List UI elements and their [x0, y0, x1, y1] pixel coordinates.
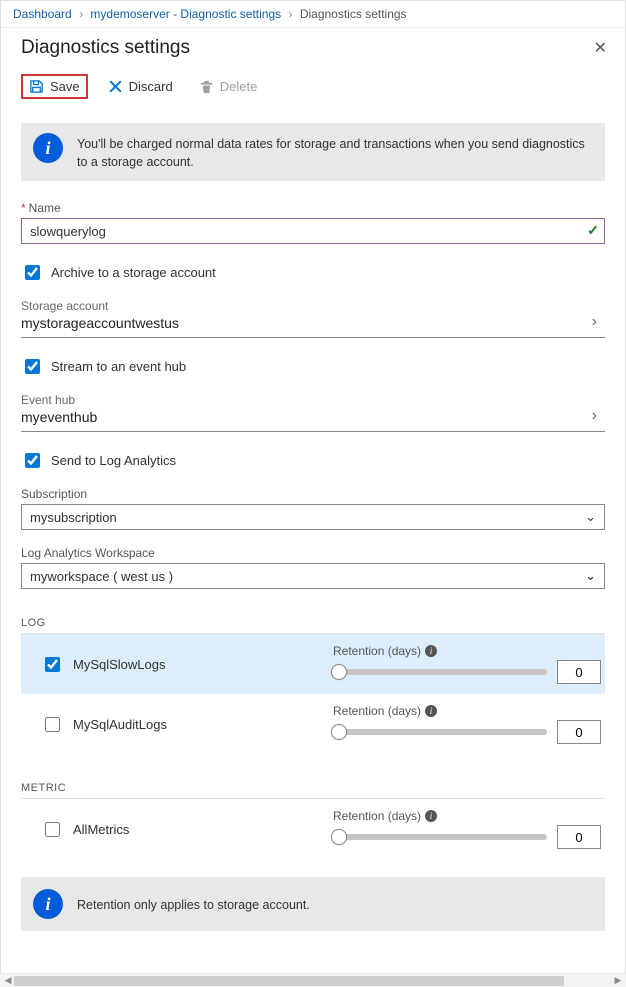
- delete-icon: [199, 79, 214, 94]
- info-icon[interactable]: i: [425, 645, 437, 657]
- retention-slider[interactable]: [333, 834, 547, 840]
- retention-input[interactable]: [557, 825, 601, 849]
- info-icon[interactable]: i: [425, 810, 437, 822]
- content-area: i You'll be charged normal data rates fo…: [1, 107, 625, 986]
- loganalytics-label: Send to Log Analytics: [51, 453, 176, 468]
- pane-header: Diagnostics settings ✕: [1, 28, 625, 66]
- name-input[interactable]: [21, 218, 605, 244]
- log-row-slowlogs: MySqlSlowLogs Retention (days) i: [21, 634, 605, 694]
- retention-slider[interactable]: [333, 669, 547, 675]
- eventhub-value: myeventhub: [21, 409, 588, 425]
- breadcrumb-current: Diagnostics settings: [300, 7, 407, 21]
- workspace-select[interactable]: myworkspace ( west us ) ⌄: [21, 563, 605, 589]
- discard-icon: [108, 79, 123, 94]
- auditlogs-checkbox[interactable]: [45, 717, 60, 732]
- stream-label: Stream to an event hub: [51, 359, 186, 374]
- chevron-right-icon: ›: [588, 313, 601, 331]
- subscription-value: mysubscription: [30, 510, 117, 525]
- section-metric: METRIC: [21, 782, 605, 799]
- info-storage-charges: i You'll be charged normal data rates fo…: [21, 123, 605, 181]
- metric-row-allmetrics: AllMetrics Retention (days) i: [21, 799, 605, 859]
- allmetrics-checkbox[interactable]: [45, 822, 60, 837]
- discard-button[interactable]: Discard: [102, 76, 179, 97]
- workspace-label: Log Analytics Workspace: [21, 546, 605, 560]
- workspace-field: Log Analytics Workspace myworkspace ( we…: [21, 546, 605, 589]
- slowlogs-name: MySqlSlowLogs: [73, 657, 323, 672]
- scroll-left-icon[interactable]: ◀: [2, 975, 14, 986]
- info-text: You'll be charged normal data rates for …: [77, 133, 593, 171]
- archive-checkbox-row[interactable]: Archive to a storage account: [21, 262, 605, 283]
- breadcrumb-dashboard[interactable]: Dashboard: [13, 7, 72, 21]
- log-row-auditlogs: MySqlAuditLogs Retention (days) i: [21, 694, 605, 754]
- close-icon[interactable]: ✕: [590, 34, 611, 62]
- storage-account-picker[interactable]: Storage account mystorageaccountwestus ›: [21, 293, 605, 338]
- workspace-value: myworkspace ( west us ): [30, 569, 173, 584]
- info-icon[interactable]: i: [425, 705, 437, 717]
- diagnostics-settings-pane: Dashboard › mydemoserver - Diagnostic se…: [0, 0, 626, 987]
- page-title: Diagnostics settings: [21, 37, 590, 59]
- check-icon: ✓: [587, 222, 599, 239]
- subscription-field: Subscription mysubscription ⌄: [21, 487, 605, 530]
- save-icon: [29, 79, 44, 94]
- breadcrumb-server[interactable]: mydemoserver - Diagnostic settings: [90, 7, 281, 21]
- eventhub-label: Event hub: [21, 393, 588, 407]
- subscription-select[interactable]: mysubscription ⌄: [21, 504, 605, 530]
- chevron-right-icon: ›: [79, 7, 83, 21]
- info-retention-note: i Retention only applies to storage acco…: [21, 877, 605, 931]
- storage-label: Storage account: [21, 299, 588, 313]
- scrollbar-thumb[interactable]: [14, 976, 564, 986]
- chevron-right-icon: ›: [288, 7, 292, 21]
- discard-label: Discard: [129, 79, 173, 94]
- info-text: Retention only applies to storage accoun…: [77, 894, 310, 914]
- loganalytics-checkbox[interactable]: [25, 453, 40, 468]
- delete-button: Delete: [193, 76, 264, 97]
- scroll-right-icon[interactable]: ▶: [612, 975, 624, 986]
- save-label: Save: [50, 79, 80, 94]
- archive-checkbox[interactable]: [25, 265, 40, 280]
- horizontal-scrollbar[interactable]: ◀ ▶: [0, 973, 626, 987]
- section-log: LOG: [21, 617, 605, 634]
- retention-label: Retention (days): [333, 809, 421, 823]
- name-field: *Name ✓: [21, 201, 605, 244]
- stream-checkbox[interactable]: [25, 359, 40, 374]
- chevron-down-icon: ⌄: [585, 509, 596, 525]
- delete-label: Delete: [220, 79, 258, 94]
- breadcrumb: Dashboard › mydemoserver - Diagnostic se…: [1, 1, 625, 28]
- allmetrics-name: AllMetrics: [73, 822, 323, 837]
- info-icon: i: [33, 889, 63, 919]
- loganalytics-checkbox-row[interactable]: Send to Log Analytics: [21, 450, 605, 471]
- auditlogs-name: MySqlAuditLogs: [73, 717, 323, 732]
- retention-slider[interactable]: [333, 729, 547, 735]
- subscription-label: Subscription: [21, 487, 605, 501]
- retention-label: Retention (days): [333, 644, 421, 658]
- retention-input[interactable]: [557, 720, 601, 744]
- retention-input[interactable]: [557, 660, 601, 684]
- name-label: *Name: [21, 201, 605, 215]
- chevron-right-icon: ›: [588, 407, 601, 425]
- storage-value: mystorageaccountwestus: [21, 315, 588, 331]
- chevron-down-icon: ⌄: [585, 568, 596, 584]
- info-icon: i: [33, 133, 63, 163]
- retention-label: Retention (days): [333, 704, 421, 718]
- event-hub-picker[interactable]: Event hub myeventhub ›: [21, 387, 605, 432]
- save-button[interactable]: Save: [21, 74, 88, 99]
- archive-label: Archive to a storage account: [51, 265, 216, 280]
- toolbar: Save Discard Delete: [1, 66, 625, 107]
- slowlogs-checkbox[interactable]: [45, 657, 60, 672]
- stream-checkbox-row[interactable]: Stream to an event hub: [21, 356, 605, 377]
